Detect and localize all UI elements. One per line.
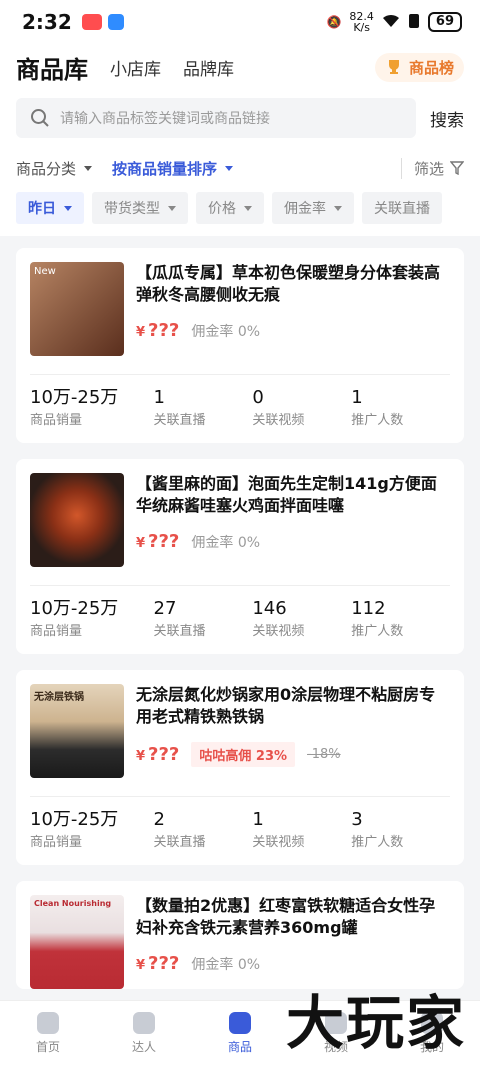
product-title: 【瓜瓜专属】草本初色保暖塑身分体套装高弹秋冬高腰侧收无痕 xyxy=(136,263,441,304)
stat-promoters-value: 1 xyxy=(351,387,363,408)
chevron-down-icon xyxy=(168,205,176,211)
high-commission-badge: 咕咕高佣 23% xyxy=(191,742,296,767)
sort-by-sales[interactable]: 按商品销量排序 xyxy=(112,158,234,179)
stat-video-value: 146 xyxy=(252,598,287,619)
stat-promoters-label: 推广人数 xyxy=(351,413,404,428)
original-commission: -18% xyxy=(307,747,341,762)
mute-icon: 🔕 xyxy=(326,15,342,29)
search-placeholder: 请输入商品标签关键词或商品链接 xyxy=(60,111,270,127)
stat-video-value: 1 xyxy=(252,809,264,830)
chevron-down-icon xyxy=(64,205,72,211)
stat-video-label: 关联视频 xyxy=(252,835,305,850)
chevron-down-icon xyxy=(225,165,234,171)
wifi-icon xyxy=(382,14,400,31)
stat-live-label: 关联直播 xyxy=(153,835,206,850)
status-right: 🔕 82.4 K/s 69 xyxy=(326,11,462,33)
category-filter[interactable]: 商品分类 xyxy=(16,158,93,179)
commission-rate: 佣金率 0% xyxy=(191,323,261,340)
stat-live-value: 27 xyxy=(153,598,177,619)
product-title: 【酱里麻的面】泡面先生定制141g方便面华统麻酱哇塞火鸡面拌面哇噻 xyxy=(136,474,437,515)
chip-commission-rate[interactable]: 佣金率 xyxy=(272,192,354,224)
chip-yesterday[interactable]: 昨日 xyxy=(16,192,84,224)
tab-product-library[interactable]: 商品库 xyxy=(16,50,88,85)
stat-sales-value: 10万-25万 xyxy=(30,387,119,408)
stat-sales-label: 商品销量 xyxy=(30,413,83,428)
screen-filter-button[interactable]: 筛选 xyxy=(400,157,464,179)
stat-sales-label: 商品销量 xyxy=(30,835,83,850)
nav-products[interactable]: 商品 xyxy=(192,1001,288,1066)
search-button[interactable]: 搜索 xyxy=(430,106,464,131)
chevron-down-icon xyxy=(84,165,93,171)
watermark: 大玩家 xyxy=(285,989,466,1057)
product-thumbnail: Clean Nourishing xyxy=(30,895,124,989)
product-stats: 10万-25万商品销量 2 关联直播 1 关联视频 3 推广人数 xyxy=(30,797,450,865)
product-price: ¥??? xyxy=(136,320,180,341)
product-card[interactable]: New 【瓜瓜专属】草本初色保暖塑身分体套装高弹秋冬高腰侧收无痕 ¥??? 佣金… xyxy=(16,248,464,443)
product-price: ¥??? xyxy=(136,953,180,974)
product-card[interactable]: 无涂层铁锅 无涂层氮化炒锅家用0涂层物理不粘厨房专用老式精铁熟铁锅 ¥??? 咕… xyxy=(16,670,464,865)
chevron-down-icon xyxy=(244,205,252,211)
nav-home[interactable]: 首页 xyxy=(0,1001,96,1066)
chevron-down-icon xyxy=(334,205,342,211)
user-icon xyxy=(133,1012,155,1034)
sim-icon xyxy=(408,13,420,32)
weather-notification-icon xyxy=(107,14,124,30)
stat-sales-value: 10万-25万 xyxy=(30,598,119,619)
commission-rate: 佣金率 0% xyxy=(191,534,261,551)
stat-promoters-value: 112 xyxy=(351,598,386,619)
stat-live-value: 2 xyxy=(153,809,165,830)
tab-brand-library[interactable]: 品牌库 xyxy=(183,55,234,80)
product-thumbnail: New xyxy=(30,262,124,356)
chip-related-live[interactable]: 关联直播 xyxy=(362,192,442,224)
rank-label: 商品榜 xyxy=(408,58,454,77)
filter-icon xyxy=(450,161,464,175)
chip-sales-type[interactable]: 带货类型 xyxy=(92,192,188,224)
search-input[interactable]: 请输入商品标签关键词或商品链接 xyxy=(16,98,416,138)
product-thumbnail xyxy=(30,473,124,567)
top-tabs: 商品库 小店库 品牌库 商品榜 xyxy=(0,44,480,90)
product-rank-button[interactable]: 商品榜 xyxy=(374,52,464,82)
stat-promoters-label: 推广人数 xyxy=(351,624,404,639)
product-card[interactable]: Clean Nourishing 【数量拍2优惠】红枣富铁软糖适合女性孕妇补充含… xyxy=(16,881,464,989)
product-price: ¥??? xyxy=(136,744,180,765)
filter-row: 商品分类 按商品销量排序 筛选 xyxy=(0,146,480,190)
stat-promoters-label: 推广人数 xyxy=(351,835,404,850)
product-card[interactable]: 【酱里麻的面】泡面先生定制141g方便面华统麻酱哇塞火鸡面拌面哇噻 ¥??? 佣… xyxy=(16,459,464,654)
chip-filters: 昨日 带货类型 价格 佣金率 关联直播 xyxy=(0,190,480,236)
stat-live-label: 关联直播 xyxy=(153,413,206,428)
home-icon xyxy=(37,1012,59,1034)
product-thumbnail: 无涂层铁锅 xyxy=(30,684,124,778)
trophy-icon xyxy=(388,60,399,74)
status-bar: 2:32 🔕 82.4 K/s 69 xyxy=(0,0,480,44)
product-stats: 10万-25万商品销量 1 关联直播 0 关联视频 1 推广人数 xyxy=(30,375,450,443)
tab-shop-library[interactable]: 小店库 xyxy=(110,55,161,80)
stat-video-label: 关联视频 xyxy=(252,624,305,639)
shopping-bag-icon xyxy=(229,1012,251,1034)
stat-video-value: 0 xyxy=(252,387,264,408)
product-stats: 10万-25万商品销量 27 关联直播 146 关联视频 112 推广人数 xyxy=(30,586,450,654)
stat-video-label: 关联视频 xyxy=(252,413,305,428)
product-title: 无涂层氮化炒锅家用0涂层物理不粘厨房专用老式精铁熟铁锅 xyxy=(136,685,436,726)
stat-sales-label: 商品销量 xyxy=(30,624,83,639)
app-notification-icon xyxy=(81,14,102,30)
nav-influencers[interactable]: 达人 xyxy=(96,1001,192,1066)
product-price: ¥??? xyxy=(136,531,180,552)
stat-promoters-value: 3 xyxy=(351,809,363,830)
commission-rate: 佣金率 0% xyxy=(191,956,261,973)
battery-indicator: 69 xyxy=(427,12,462,32)
product-title: 【数量拍2优惠】红枣富铁软糖适合女性孕妇补充含铁元素营养360mg罐 xyxy=(136,896,436,937)
stat-live-value: 1 xyxy=(153,387,165,408)
chip-price[interactable]: 价格 xyxy=(196,192,264,224)
network-speed: 82.4 K/s xyxy=(349,10,374,34)
search-icon xyxy=(31,109,49,127)
status-time: 2:32 xyxy=(22,10,72,34)
stat-sales-value: 10万-25万 xyxy=(30,809,119,830)
search-row: 请输入商品标签关键词或商品链接 搜索 xyxy=(0,90,480,146)
stat-live-label: 关联直播 xyxy=(153,624,206,639)
product-list: New 【瓜瓜专属】草本初色保暖塑身分体套装高弹秋冬高腰侧收无痕 ¥??? 佣金… xyxy=(0,236,480,989)
